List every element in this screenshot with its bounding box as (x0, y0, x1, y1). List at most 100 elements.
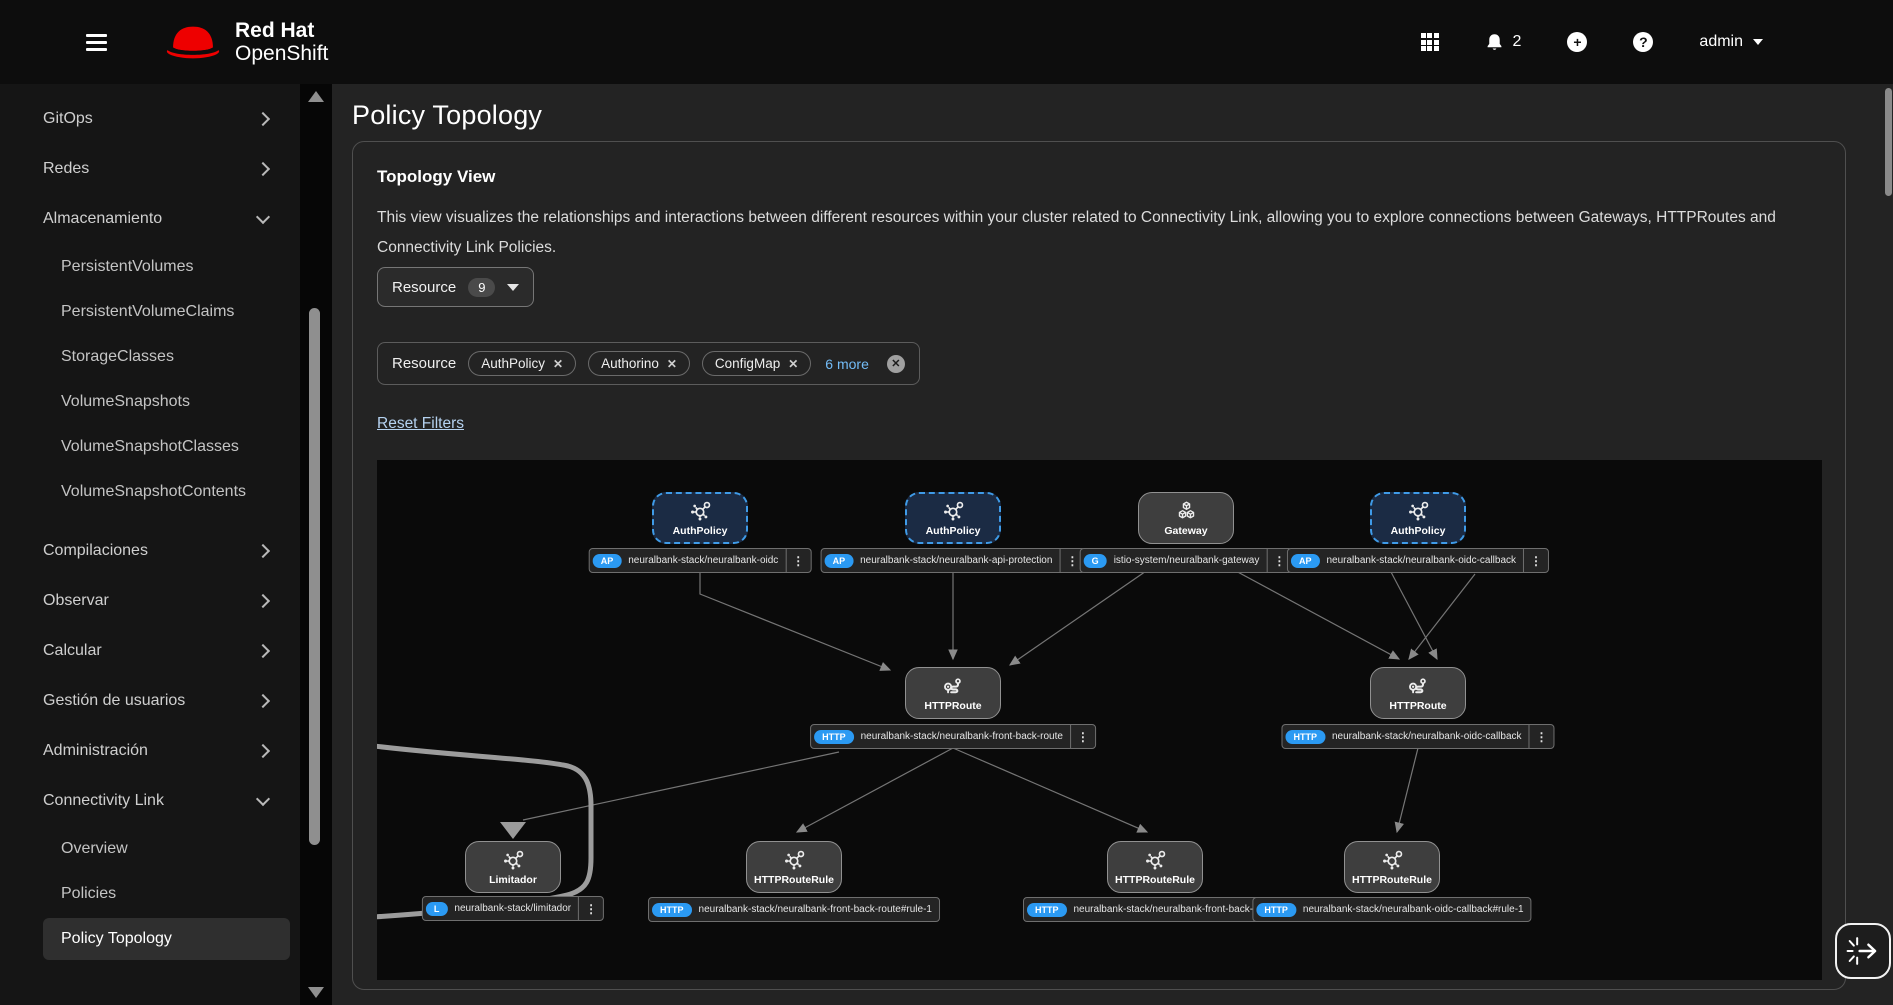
sidebar-item-observar[interactable]: Observar (0, 576, 300, 626)
node-httproute[interactable]: HTTPRoute (1370, 667, 1466, 719)
nav-group-gap (0, 514, 300, 526)
resource-name: neuralbank-stack/neuralbank-front-back-r… (1067, 904, 1274, 915)
sidebar-item-administracion[interactable]: Administración (0, 726, 300, 776)
route-icon (1406, 674, 1431, 699)
masthead: Red Hat OpenShift 2 + (0, 0, 1893, 84)
resource-name: neuralbank-stack/neuralbank-oidc-callbac… (1319, 555, 1523, 566)
sidebar-item-calcular[interactable]: Calcular (0, 626, 300, 676)
resource-name: neuralbank-stack/neuralbank-front-back-r… (854, 731, 1070, 742)
sidebar-item-persistentvolumes[interactable]: PersistentVolumes (0, 244, 300, 289)
user-menu[interactable]: admin (1699, 33, 1763, 51)
sidebar-item-overview[interactable]: Overview (0, 826, 300, 871)
node-type-label: AuthPolicy (926, 525, 981, 537)
sidebar-item-gestion-de-usuarios[interactable]: Gestión de usuarios (0, 676, 300, 726)
scroll-down-arrow[interactable] (308, 987, 324, 998)
redhat-openshift-logo[interactable]: Red Hat OpenShift (164, 19, 328, 65)
gateway-icon (1174, 499, 1199, 524)
resource-label[interactable]: HTTP neuralbank-stack/neuralbank-front-b… (1023, 897, 1273, 922)
close-icon[interactable]: ✕ (553, 357, 563, 371)
chevron-right-icon (256, 544, 270, 558)
node-authpolicy[interactable]: AuthPolicy (905, 492, 1001, 544)
node-httprouterule[interactable]: HTTPRouteRule (746, 841, 842, 893)
resource-label[interactable]: HTTP neuralbank-stack/neuralbank-oidc-ca… (1252, 897, 1531, 922)
resource-kind-badge: AP (1291, 554, 1320, 568)
scroll-up-arrow[interactable] (308, 91, 324, 102)
node-authpolicy[interactable]: AuthPolicy (1370, 492, 1466, 544)
node-gateway[interactable]: Gateway (1138, 492, 1234, 544)
sidebar-item-persistentvolumeclaims[interactable]: PersistentVolumeClaims (0, 289, 300, 334)
show-more-chips-link[interactable]: 6 more (825, 356, 869, 372)
topology-canvas[interactable]: AuthPolicy AuthPolicy Gateway AuthPolicy… (377, 460, 1822, 980)
chevron-down-icon (507, 284, 519, 291)
resource-name: neuralbank-stack/neuralbank-api-protecti… (853, 555, 1059, 566)
username: admin (1699, 33, 1743, 51)
close-icon[interactable]: ✕ (667, 357, 677, 371)
resource-label[interactable]: G istio-system/neuralbank-gateway ⋮ (1080, 548, 1293, 573)
resource-name: neuralbank-stack/neuralbank-front-back-r… (692, 904, 939, 915)
resource-kind-badge: HTTP (814, 730, 854, 744)
resource-label[interactable]: HTTP neuralbank-stack/neuralbank-oidc-ca… (1281, 724, 1554, 749)
node-httprouterule[interactable]: HTTPRouteRule (1344, 841, 1440, 893)
node-authpolicy[interactable]: AuthPolicy (652, 492, 748, 544)
resource-label[interactable]: HTTP neuralbank-stack/neuralbank-front-b… (810, 724, 1096, 749)
node-type-label: HTTPRouteRule (754, 874, 834, 886)
clear-all-filters-icon[interactable]: ✕ (887, 355, 905, 373)
resource-label[interactable]: AP neuralbank-stack/neuralbank-oidc-call… (1287, 548, 1549, 573)
brand-line2: OpenShift (235, 42, 328, 65)
help-button[interactable]: ? (1633, 32, 1653, 52)
sidebar-nav: GitOps Redes Almacenamiento PersistentVo… (0, 84, 300, 1005)
topology-action-button[interactable] (1835, 923, 1891, 979)
node-httproute[interactable]: HTTPRoute (905, 667, 1001, 719)
sidebar-item-connectivity-link[interactable]: Connectivity Link (0, 776, 300, 826)
sidebar-item-policies[interactable]: Policies (0, 871, 300, 916)
close-icon[interactable]: ✕ (788, 357, 798, 371)
resource-name: neuralbank-stack/neuralbank-oidc-callbac… (1325, 731, 1529, 742)
chevron-right-icon (256, 112, 270, 126)
sidebar-item-volumesnapshotclasses[interactable]: VolumeSnapshotClasses (0, 424, 300, 469)
kebab-menu-icon[interactable]: ⋮ (1523, 549, 1548, 572)
sidebar-item-label: Administración (43, 742, 148, 760)
plus-circle-icon: + (1567, 32, 1587, 52)
sidebar-item-compilaciones[interactable]: Compilaciones (0, 526, 300, 576)
resource-kind-badge: HTTP (1027, 903, 1067, 917)
sidebar-item-volumesnapshotcontents[interactable]: VolumeSnapshotContents (0, 469, 300, 514)
burst-arrow-icon (1843, 931, 1883, 971)
chevron-down-icon (1753, 39, 1763, 45)
notifications-button[interactable]: 2 (1485, 33, 1522, 52)
sidebar-item-storageclasses[interactable]: StorageClasses (0, 334, 300, 379)
sidebar-item-label: Redes (43, 160, 89, 178)
reset-filters-link[interactable]: Reset Filters (377, 415, 464, 433)
resource-label[interactable]: HTTP neuralbank-stack/neuralbank-front-b… (648, 897, 940, 922)
chevron-right-icon (256, 744, 270, 758)
sidebar-item-label: Gestión de usuarios (43, 692, 185, 710)
filter-chip-authorino[interactable]: Authorino ✕ (588, 351, 690, 376)
resource-label[interactable]: AP neuralbank-stack/neuralbank-oidc ⋮ (589, 548, 812, 573)
kebab-menu-icon[interactable]: ⋮ (1070, 725, 1095, 748)
node-limitador[interactable]: Limitador (465, 841, 561, 893)
kebab-menu-icon[interactable]: ⋮ (1529, 725, 1554, 748)
sidebar-item-label: Overview (61, 840, 128, 858)
sidebar-item-gitops[interactable]: GitOps (0, 94, 300, 144)
brand-line1: Red Hat (235, 19, 328, 42)
resource-dropdown[interactable]: Resource 9 (377, 267, 534, 307)
sidebar-item-label: Compilaciones (43, 542, 148, 560)
app-launcher-icon[interactable] (1421, 33, 1439, 51)
add-button[interactable]: + (1567, 32, 1587, 52)
window-scrollbar-thumb[interactable] (1885, 88, 1892, 196)
resource-label[interactable]: L neuralbank-stack/limitador ⋮ (422, 896, 604, 921)
sidebar-item-policy-topology[interactable]: Policy Topology (43, 918, 290, 960)
notification-count: 2 (1513, 33, 1522, 51)
sidebar-item-volumesnapshots[interactable]: VolumeSnapshots (0, 379, 300, 424)
filter-chip-authpolicy[interactable]: AuthPolicy ✕ (468, 351, 576, 376)
kebab-menu-icon[interactable]: ⋮ (785, 549, 810, 572)
kebab-menu-icon[interactable]: ⋮ (578, 897, 603, 920)
resource-label[interactable]: AP neuralbank-stack/neuralbank-api-prote… (821, 548, 1086, 573)
filter-chip-configmap[interactable]: ConfigMap ✕ (702, 351, 811, 376)
scrollbar-thumb[interactable] (309, 308, 320, 845)
node-httprouterule[interactable]: HTTPRouteRule (1107, 841, 1203, 893)
chip-label: ConfigMap (715, 356, 780, 371)
menu-toggle-icon[interactable] (86, 34, 110, 51)
filter-group-label: Resource (392, 355, 456, 372)
sidebar-item-almacenamiento[interactable]: Almacenamiento (0, 194, 300, 244)
sidebar-item-redes[interactable]: Redes (0, 144, 300, 194)
